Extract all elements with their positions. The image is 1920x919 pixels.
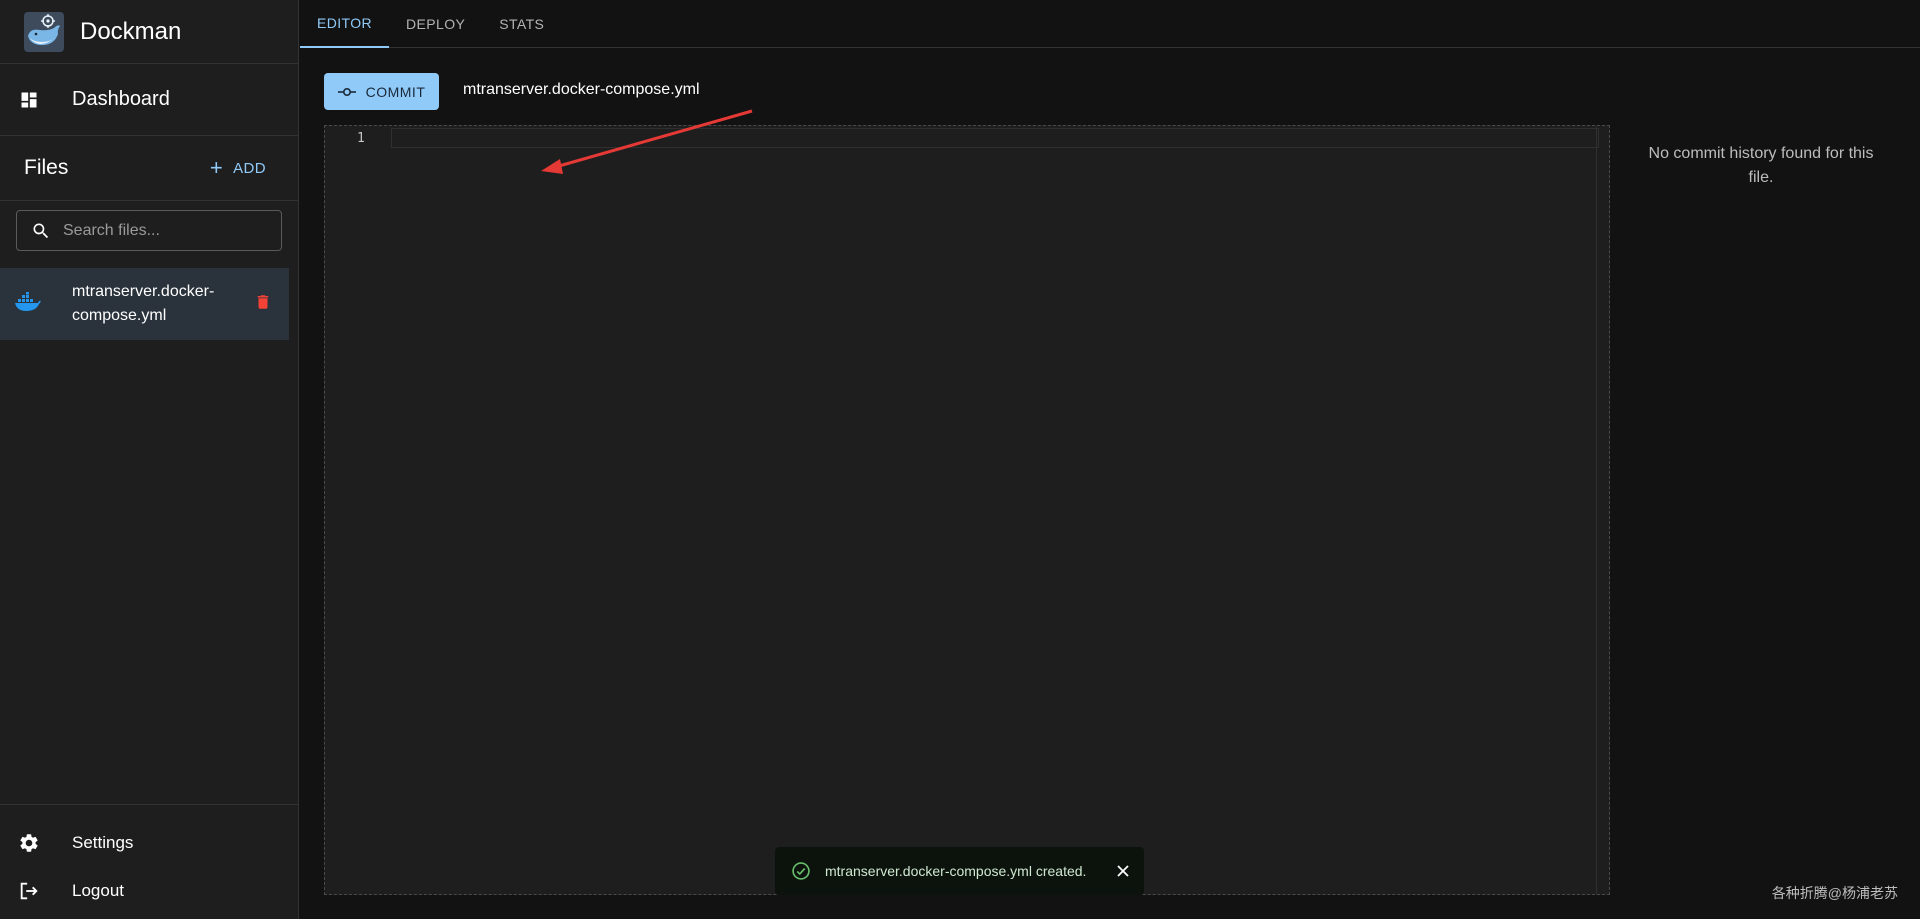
delete-icon[interactable] xyxy=(254,293,272,316)
docker-whale-logo-icon xyxy=(24,11,64,52)
sidebar-item-settings[interactable]: Settings xyxy=(0,819,299,867)
editor-scrollbar[interactable] xyxy=(1596,126,1597,894)
gear-icon xyxy=(18,832,40,854)
tab-bar: EDITOR DEPLOY STATS xyxy=(300,0,1920,48)
tab-stats[interactable]: STATS xyxy=(482,0,561,48)
app-title: Dockman xyxy=(80,17,182,45)
search-input[interactable] xyxy=(61,220,281,241)
success-check-icon xyxy=(791,861,811,881)
sidebar: Dockman Dashboard Files + ADD Search fil… xyxy=(0,0,299,919)
sidebar-item-label: Settings xyxy=(72,833,134,852)
notification-snackbar: mtranserver.docker-compose.yml created. xyxy=(775,847,1144,895)
brand: Dockman xyxy=(0,0,298,64)
sidebar-item-logout[interactable]: Logout xyxy=(0,867,299,915)
search-container xyxy=(0,201,298,263)
current-file-name: mtranserver.docker-compose.yml xyxy=(463,81,700,98)
file-list-item[interactable]: mtranserver.docker-compose.yml xyxy=(0,268,289,340)
close-icon[interactable] xyxy=(1116,864,1130,878)
line-number-gutter: 1 xyxy=(325,126,391,894)
tab-deploy[interactable]: DEPLOY xyxy=(389,0,482,48)
commit-history-empty: No commit history found for this file. xyxy=(1648,145,1874,186)
files-title: Files xyxy=(24,156,69,179)
dashboard-icon xyxy=(18,89,40,111)
current-line-highlight[interactable] xyxy=(391,128,1599,148)
commit-label: COMMIT xyxy=(365,83,426,100)
tab-editor[interactable]: EDITOR xyxy=(300,0,390,48)
code-editor[interactable]: 1 xyxy=(324,125,1610,895)
add-file-button[interactable]: + ADD xyxy=(210,157,266,179)
sidebar-item-label: Dashboard xyxy=(72,88,170,110)
commit-button[interactable]: COMMIT xyxy=(324,73,439,110)
file-name: mtranserver.docker-compose.yml xyxy=(72,283,215,324)
plus-icon: + xyxy=(209,155,224,180)
sidebar-item-dashboard[interactable]: Dashboard xyxy=(0,64,298,136)
commit-icon xyxy=(337,86,356,98)
docker-icon xyxy=(14,291,44,317)
search-field[interactable] xyxy=(16,210,282,251)
add-label: ADD xyxy=(233,159,266,177)
line-number: 1 xyxy=(357,131,365,146)
sidebar-bottom: Settings Logout xyxy=(0,804,299,919)
snackbar-message: mtranserver.docker-compose.yml created. xyxy=(825,863,1087,879)
logout-icon xyxy=(18,880,40,902)
search-icon xyxy=(31,221,51,241)
sidebar-item-label: Logout xyxy=(72,881,124,900)
files-header: Files + ADD xyxy=(0,136,298,201)
watermark: 各种折腾@杨浦老苏 xyxy=(1771,885,1898,901)
